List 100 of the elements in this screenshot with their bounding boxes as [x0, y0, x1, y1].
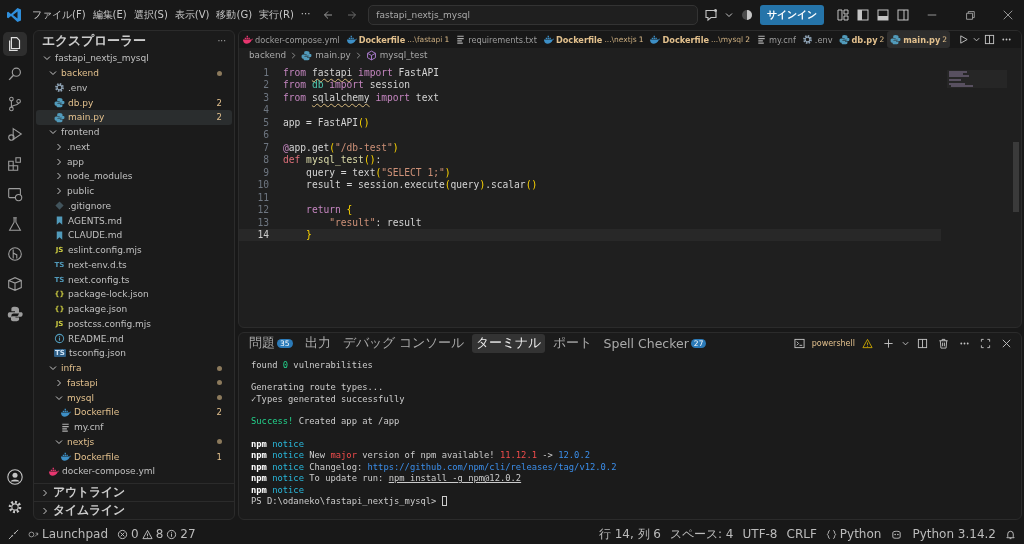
cursor-position[interactable]: 行 14, 列 6 — [598, 525, 661, 543]
menu-item[interactable]: 編集(E) — [92, 8, 127, 22]
folder-item[interactable]: backend — [36, 65, 232, 81]
panel-toggle-icon[interactable] — [876, 8, 890, 22]
line-number: 6 — [262, 129, 270, 141]
section-header[interactable]: タイムライン — [34, 501, 234, 519]
folder-item[interactable]: node_modules — [36, 169, 232, 184]
file-item[interactable]: my.cnf — [36, 419, 232, 435]
plus-icon[interactable] — [883, 337, 894, 349]
section-header[interactable]: アウトライン — [34, 483, 234, 501]
file-item[interactable]: main.py 2 — [36, 110, 232, 125]
menu-item[interactable]: 実行(R) — [259, 8, 294, 22]
remote-icon[interactable] — [8, 528, 19, 540]
terminal-line: npm notice To update run: npm install -g npm@12.0.2 — [251, 473, 522, 484]
chevron-icon — [289, 50, 299, 60]
file-item[interactable]: .gitignore — [36, 198, 232, 214]
trash-icon[interactable] — [938, 337, 949, 349]
terminal-name[interactable]: powershell — [811, 338, 855, 348]
cube-icon — [365, 49, 377, 61]
sign-in-button[interactable]: サインイン — [760, 5, 825, 25]
line-number: 4 — [262, 104, 270, 116]
folder-item[interactable]: frontend — [36, 124, 232, 140]
breadcrumb-item[interactable]: backend — [249, 50, 287, 60]
folder-item[interactable]: mysql — [36, 390, 232, 405]
split-layout-icon[interactable] — [896, 8, 910, 22]
folder-item[interactable]: nextjs — [36, 434, 232, 450]
editor-tab[interactable]: .env — [798, 31, 836, 48]
menu-item[interactable]: ファイル(F) — [32, 8, 86, 22]
maximize-icon[interactable] — [980, 337, 991, 349]
search-field[interactable]: fastapi_nextjs_mysql — [368, 5, 699, 25]
editor-tab[interactable]: requirements.txt — [452, 31, 540, 48]
menu-item[interactable]: 移動(G) — [216, 8, 253, 22]
launchpad-button[interactable]: Launchpad — [28, 527, 109, 541]
more-actions-button[interactable]: ··· — [217, 36, 226, 46]
breadcrumb-item[interactable]: main.py — [315, 50, 351, 60]
menu-item[interactable]: ··· — [300, 8, 311, 22]
line-number: 9 — [262, 166, 270, 178]
bell-icon[interactable] — [1005, 528, 1016, 540]
folder-item[interactable]: .next — [36, 139, 232, 155]
panel-tab[interactable]: ポート — [548, 333, 596, 353]
close-icon[interactable] — [1001, 337, 1012, 349]
editor-tab[interactable]: docker-compose.yml — [239, 31, 343, 48]
file-item[interactable]: Dockerfile 2 — [36, 405, 232, 420]
editor-tab[interactable]: my.cnf — [753, 31, 799, 48]
close-icon[interactable] — [1001, 9, 1014, 21]
folder-item[interactable]: public — [36, 183, 232, 199]
line-number: 7 — [262, 141, 270, 153]
folder-item[interactable]: infra — [36, 360, 232, 376]
panel-tab[interactable]: デバッグ コンソール — [338, 333, 468, 353]
error-icon — [117, 528, 129, 540]
language-mode[interactable]: Python — [825, 527, 882, 541]
code-line: def mysql_test(): — [283, 154, 382, 166]
panel-tab[interactable]: 出力 — [300, 333, 335, 353]
folder-item[interactable]: fastapi — [36, 375, 232, 391]
code-line: from sqlalchemy import text — [283, 91, 439, 103]
python-icon — [890, 34, 902, 45]
whale-icon — [48, 465, 59, 477]
indentation[interactable]: スペース: 4 — [670, 525, 734, 543]
half-circle-icon[interactable] — [740, 8, 755, 22]
file-item[interactable]: AGENTS.md — [36, 213, 232, 228]
panel-tab[interactable]: ターミナル — [471, 333, 545, 353]
file-item[interactable]: .env — [36, 80, 232, 96]
account-icon[interactable] — [6, 468, 24, 486]
interpreter[interactable]: Python 3.14.2 — [912, 527, 996, 541]
encoding[interactable]: UTF-8 — [742, 527, 778, 541]
code-line: app = FastAPI() — [283, 116, 370, 128]
terminal-line: npm notice Changelog: https://github.com/npm/cli/releases/tag/v12.0.2 — [251, 461, 617, 472]
restore-icon[interactable] — [963, 9, 976, 21]
line-number: 1 — [262, 66, 270, 78]
file-item[interactable]: Dockerfile 1 — [36, 449, 232, 464]
file-item[interactable]: README.md — [36, 331, 232, 346]
explorer-icon[interactable] — [3, 32, 27, 56]
line-ending[interactable]: CRLF — [786, 527, 817, 541]
bookmark-icon — [54, 215, 65, 227]
info-icon — [166, 528, 178, 540]
run-icon[interactable] — [958, 34, 969, 45]
scrollbar[interactable] — [1013, 142, 1019, 212]
split-terminal-icon[interactable] — [917, 337, 928, 349]
split-editor-icon[interactable] — [984, 34, 995, 45]
gear-icon — [54, 82, 65, 94]
menu-item[interactable]: 選択(S) — [133, 8, 168, 22]
line-number: 8 — [262, 154, 270, 166]
chat-icon[interactable] — [704, 8, 719, 22]
folder-item[interactable]: fastapi_nextjs_mysql — [36, 51, 232, 66]
caret-icon[interactable] — [972, 35, 981, 44]
settings-icon[interactable] — [6, 498, 24, 516]
problem-count: 2 — [216, 97, 222, 108]
problems-button[interactable]: 0 8 27 — [117, 527, 196, 541]
folder-item[interactable]: app — [36, 154, 232, 169]
file-item[interactable]: CLAUDE.md — [36, 228, 232, 243]
menu-item[interactable]: 表示(V) — [174, 8, 210, 22]
back-arrow-icon[interactable] — [322, 9, 335, 21]
breadcrumb-item[interactable]: mysql_test — [379, 50, 428, 60]
caret-icon[interactable] — [724, 10, 735, 20]
line-number: 13 — [256, 216, 270, 228]
file-item[interactable]: docker-compose.yml — [36, 464, 232, 479]
sidebar-toggle-icon[interactable] — [856, 8, 870, 22]
whale-icon — [242, 34, 253, 45]
file-item[interactable]: db.py 2 — [36, 95, 232, 110]
layout-icon[interactable] — [836, 8, 851, 22]
